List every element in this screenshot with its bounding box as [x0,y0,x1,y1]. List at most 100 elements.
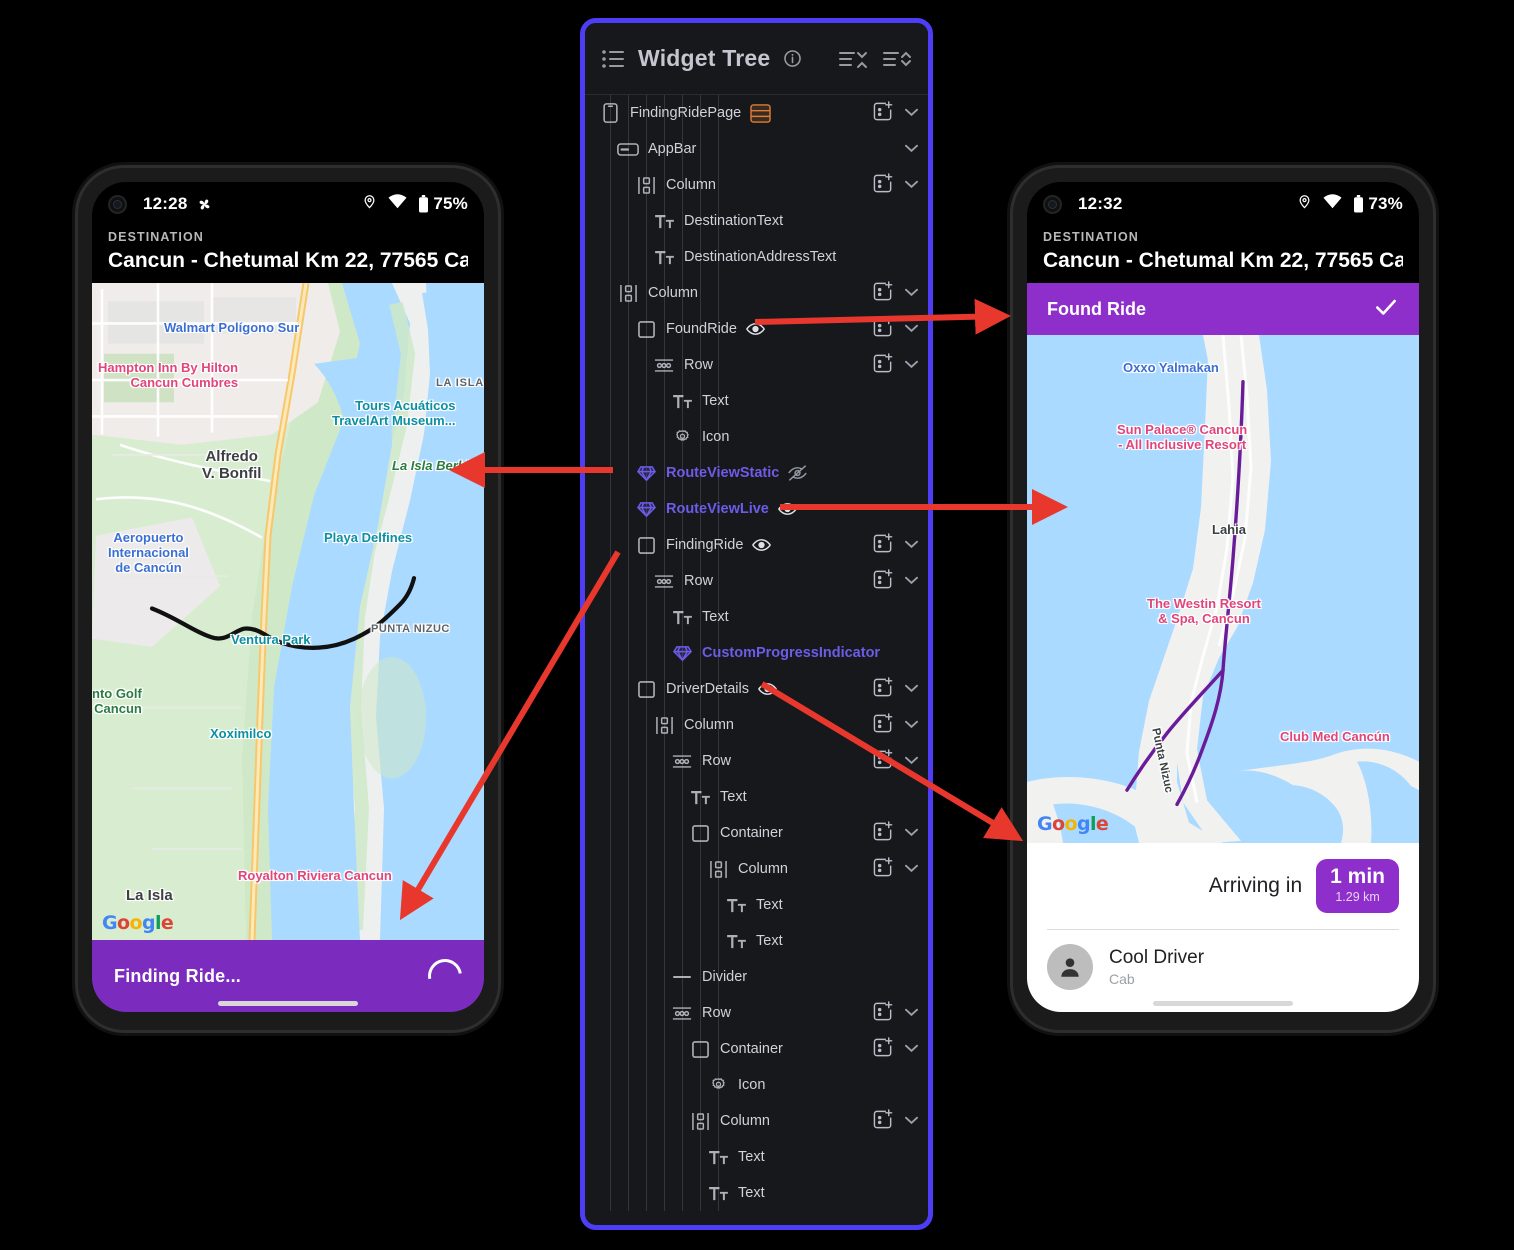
tree-row-container[interactable]: Container [585,815,928,851]
tree-row-column[interactable]: Column [585,851,928,887]
tree-row-icon[interactable]: Icon [585,419,928,455]
map-right[interactable]: Oxxo Yalmakan Sun Palace® Cancun - All I… [1027,335,1419,843]
add-widget-icon[interactable] [873,100,894,126]
chevron-down-icon[interactable] [905,717,918,733]
add-widget-icon[interactable] [873,532,894,558]
add-widget-icon[interactable] [873,856,894,882]
found-ride-header[interactable]: Found Ride [1027,283,1419,335]
add-widget-icon[interactable] [873,820,894,846]
chevron-down-icon[interactable] [905,573,918,589]
status-bar-right: 12:32 73% [1027,182,1419,226]
tree-row-findingridepage[interactable]: FindingRidePage [585,95,928,131]
chevron-down-icon[interactable] [905,285,918,301]
tree-row-destinationtext[interactable]: DestinationText [585,203,928,239]
tree-row-container[interactable]: Container [585,1031,928,1067]
tree-row-driverdetails[interactable]: DriverDetails [585,671,928,707]
phone-right-found-ride: 12:32 73% DESTINATION Cancun - Chetumal … [1013,168,1433,1030]
list-tree-icon[interactable] [601,48,625,70]
tree-row-actions [873,676,918,702]
add-widget-icon[interactable] [873,568,894,594]
tree-row-routeviewlive[interactable]: RouteViewLive [585,491,928,527]
chevron-down-icon[interactable] [905,1005,918,1021]
column-icon [617,284,639,303]
tree-row-actions [873,748,918,774]
finding-ride-text: Finding Ride... [114,965,241,986]
chevron-down-icon[interactable] [905,177,918,193]
tree-row-row[interactable]: Row [585,563,928,599]
tree-row-row[interactable]: Row [585,347,928,383]
tree-row-label: Column [738,861,788,877]
expand-all-icon[interactable] [882,48,912,70]
status-time: 12:32 [1078,194,1123,213]
driver-row[interactable]: Cool Driver Cab [1047,944,1399,990]
tree-row-text[interactable]: Text [585,1139,928,1175]
driver-info: Cool Driver Cab [1109,947,1204,988]
tree-row-findingride[interactable]: FindingRide [585,527,928,563]
tree-row-icon[interactable]: Icon [585,1067,928,1103]
tree-row-customprogressindicator[interactable]: CustomProgressIndicator [585,635,928,671]
destination-label: DESTINATION [1043,230,1139,244]
add-widget-icon[interactable] [873,748,894,774]
tree-row-text[interactable]: Text [585,599,928,635]
visibility-eye-off-icon[interactable] [788,465,808,481]
chevron-down-icon[interactable] [905,105,918,121]
tree-row-actions [873,352,918,378]
tree-row-column[interactable]: Column [585,1103,928,1139]
tree-row-row[interactable]: Row [585,995,928,1031]
tree-row-text[interactable]: Text [585,383,928,419]
chevron-down-icon[interactable] [905,357,918,373]
add-widget-icon[interactable] [873,1000,894,1026]
tree-row-destinationaddresstext[interactable]: DestinationAddressText [585,239,928,275]
tree-row-text[interactable]: Text [585,1175,928,1211]
visibility-eye-icon[interactable] [745,322,765,336]
tree-row-appbar[interactable]: AppBar [585,131,928,167]
add-widget-icon[interactable] [873,1036,894,1062]
add-widget-icon[interactable] [873,316,894,342]
status-right-cluster: 75% [362,193,468,216]
chevron-down-icon[interactable] [905,681,918,697]
add-widget-icon[interactable] [873,280,894,306]
collapse-all-icon[interactable] [838,48,868,70]
row-icon [653,574,675,588]
tree-row-column[interactable]: Column [585,707,928,743]
chevron-down-icon[interactable] [905,1041,918,1057]
chevron-down-icon[interactable] [905,753,918,769]
chevron-down-icon[interactable] [905,321,918,337]
tree-row-label: Column [666,177,716,193]
tree-row-label: FoundRide [666,321,737,337]
tree-row-label: Text [738,1149,765,1165]
tree-row-foundride[interactable]: FoundRide [585,311,928,347]
add-widget-icon[interactable] [873,712,894,738]
tree-row-column[interactable]: Column [585,275,928,311]
chevron-down-icon[interactable] [905,825,918,841]
text-icon [653,250,675,265]
add-widget-icon[interactable] [873,676,894,702]
visibility-eye-icon[interactable] [758,682,777,696]
tree-row-actions [873,1108,918,1134]
destination-address: Cancun - Chetumal Km 22, 77565 Cancún, .… [108,249,468,272]
tree-row-text[interactable]: Text [585,887,928,923]
visibility-eye-icon[interactable] [752,538,772,552]
chevron-down-icon[interactable] [905,861,918,877]
tree-row-text[interactable]: Text [585,923,928,959]
tree-header-actions [838,48,912,70]
tree-row-label: Text [720,789,747,805]
add-widget-icon[interactable] [873,1108,894,1134]
check-icon [1373,294,1399,325]
destination-label: DESTINATION [108,230,204,244]
tree-row-divider[interactable]: Divider [585,959,928,995]
info-icon[interactable] [783,49,802,68]
add-widget-icon[interactable] [873,352,894,378]
google-attribution: Google [1037,812,1109,835]
chevron-down-icon[interactable] [905,1113,918,1129]
chevron-down-icon[interactable] [905,141,918,157]
add-widget-icon[interactable] [873,172,894,198]
visibility-eye-icon[interactable] [777,502,797,516]
tree-row-row[interactable]: Row [585,743,928,779]
tree-row-routeviewstatic[interactable]: RouteViewStatic [585,455,928,491]
chevron-down-icon[interactable] [905,537,918,553]
tree-row-column[interactable]: Column [585,167,928,203]
tree-row-text[interactable]: Text [585,779,928,815]
location-icon [362,193,377,216]
map-left[interactable]: Walmart Polígono Sur Hampton Inn By Hilt… [92,283,484,940]
